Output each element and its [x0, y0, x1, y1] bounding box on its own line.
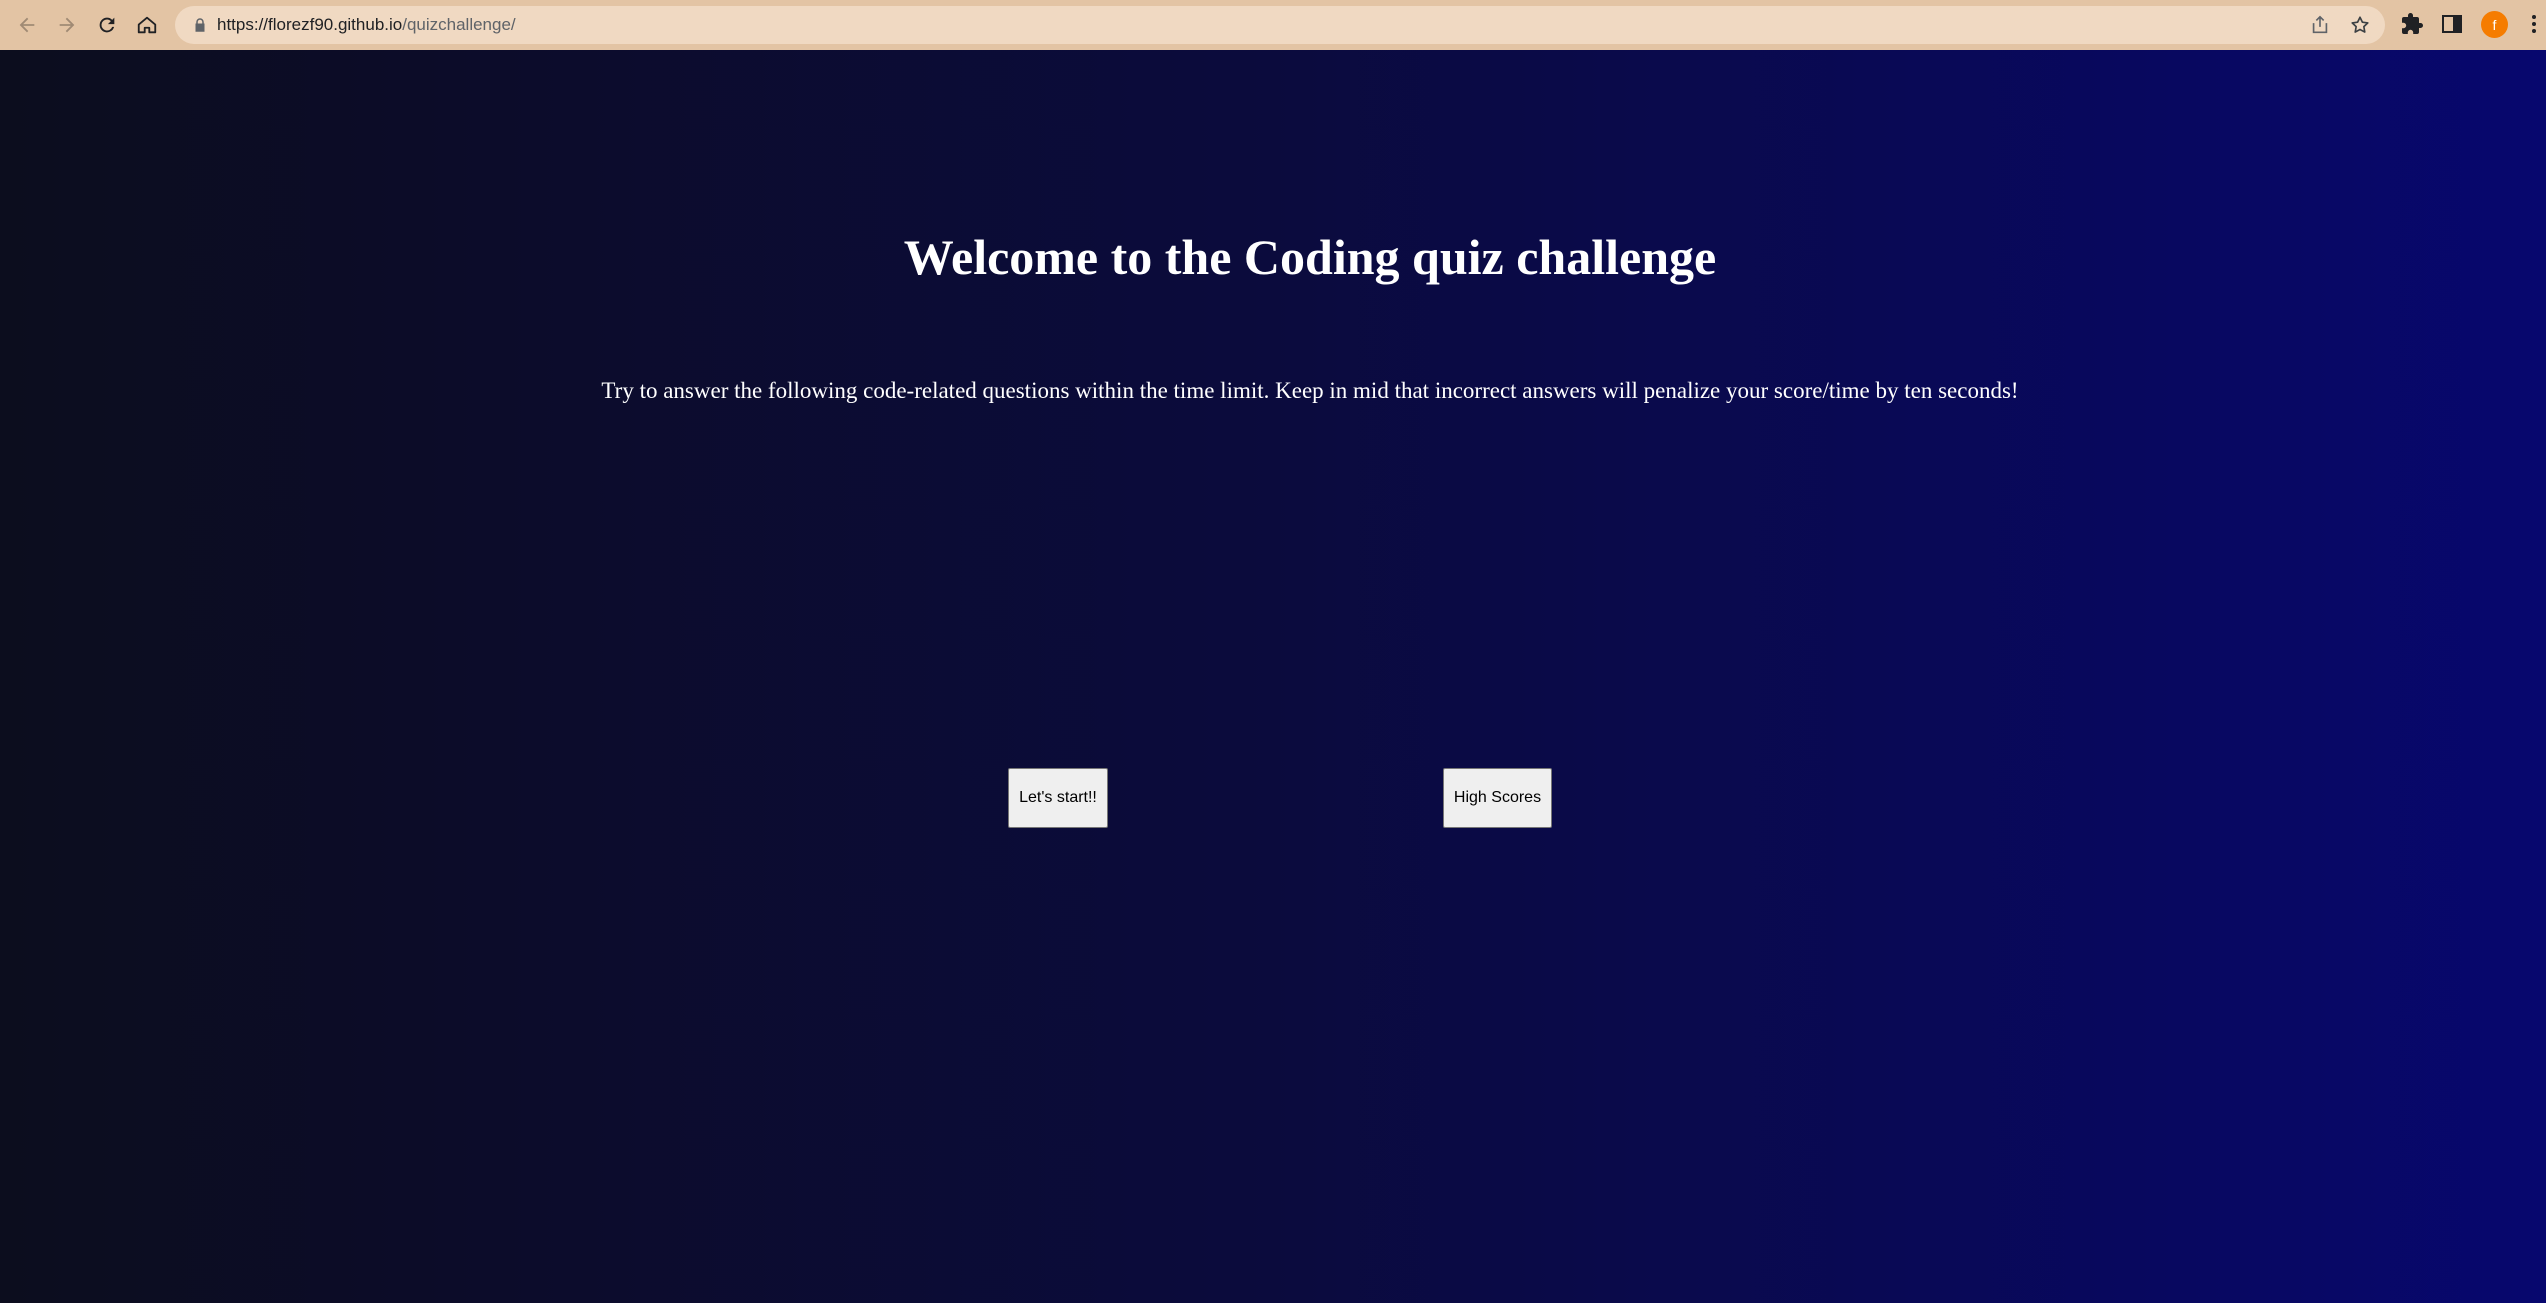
start-quiz-button[interactable]: Let's start!! — [1008, 768, 1108, 828]
page-title: Welcome to the Coding quiz challenge — [903, 229, 1717, 285]
home-icon[interactable] — [131, 9, 163, 41]
address-bar[interactable]: https://florezf90.github.io/quizchalleng… — [175, 6, 2385, 44]
url-path: /quizchallenge/ — [402, 15, 516, 34]
url-text[interactable]: https://florezf90.github.io/quizchalleng… — [217, 15, 516, 35]
intro-text: Try to answer the following code-related… — [601, 378, 2019, 403]
forward-icon[interactable] — [51, 9, 83, 41]
menu-icon[interactable] — [2522, 12, 2546, 36]
profile-avatar[interactable]: f — [2481, 11, 2508, 38]
extensions-icon[interactable] — [2400, 12, 2424, 36]
high-scores-button[interactable]: High Scores — [1443, 768, 1552, 828]
reload-icon[interactable] — [91, 9, 123, 41]
page-content: Welcome to the Coding quiz challenge Try… — [0, 50, 2546, 1303]
url-host: https://florezf90.github.io — [217, 15, 403, 34]
share-icon[interactable] — [2309, 14, 2331, 36]
star-icon[interactable] — [2349, 14, 2371, 36]
back-icon[interactable] — [11, 9, 43, 41]
browser-toolbar: https://florezf90.github.io/quizchalleng… — [0, 0, 2546, 50]
side-panel-icon[interactable] — [2440, 12, 2464, 36]
lock-icon[interactable] — [191, 16, 209, 34]
